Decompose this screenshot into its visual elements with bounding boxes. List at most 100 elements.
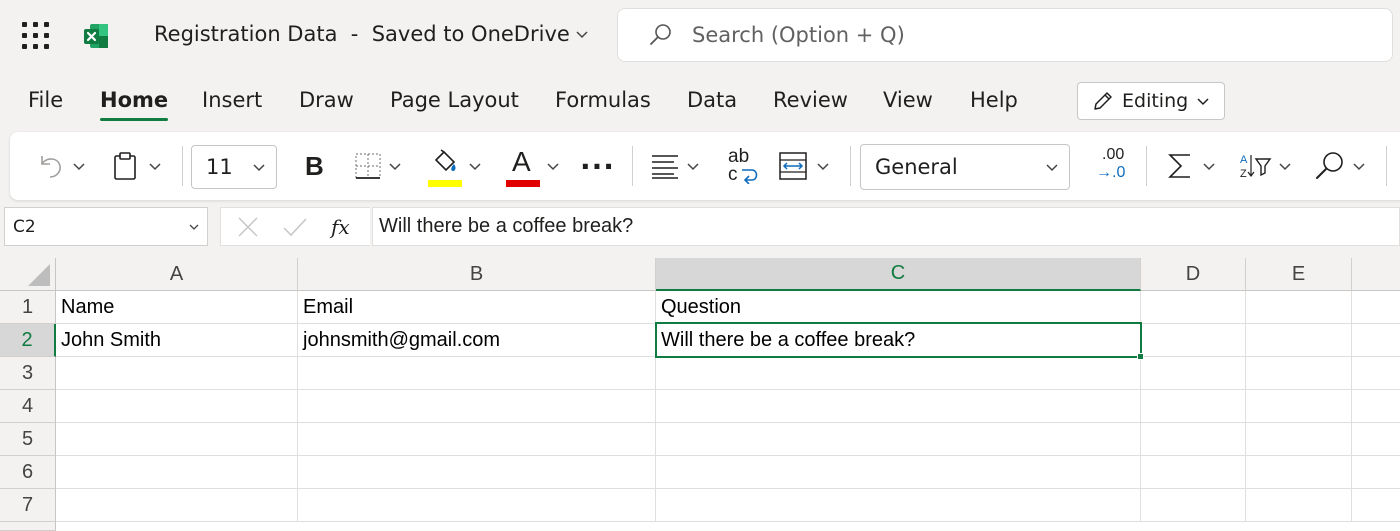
- ribbon-separator: [182, 146, 183, 186]
- cell-c4[interactable]: [656, 390, 1141, 423]
- cell-b3[interactable]: [298, 357, 656, 390]
- column-header-c[interactable]: C: [656, 258, 1141, 291]
- document-title[interactable]: Registration Data - Saved to OneDrive: [154, 22, 588, 46]
- autosum-button[interactable]: [1166, 132, 1216, 200]
- fill-handle[interactable]: [1137, 353, 1144, 360]
- cell-e1[interactable]: [1246, 291, 1352, 324]
- formula-input[interactable]: Will there be a coffee break?: [372, 207, 1400, 246]
- merge-center-button[interactable]: [778, 132, 830, 200]
- cell-e3[interactable]: [1246, 357, 1352, 390]
- cell-e4[interactable]: [1246, 390, 1352, 423]
- find-button[interactable]: [1314, 132, 1366, 200]
- cell-f1[interactable]: [1352, 291, 1400, 324]
- chevron-down-icon: [73, 163, 85, 171]
- cell-a4[interactable]: [56, 390, 298, 423]
- tab-formulas[interactable]: Formulas: [555, 88, 651, 112]
- cell-a5[interactable]: [56, 423, 298, 456]
- cell-c2[interactable]: Will there be a coffee break?: [656, 324, 1141, 357]
- cell-d2[interactable]: [1141, 324, 1246, 357]
- tab-help[interactable]: Help: [970, 88, 1018, 112]
- cell-d3[interactable]: [1141, 357, 1246, 390]
- cell-e5[interactable]: [1246, 423, 1352, 456]
- fill-color-button[interactable]: [428, 132, 482, 200]
- font-color-button[interactable]: A: [506, 132, 560, 200]
- bold-button[interactable]: B: [305, 132, 324, 200]
- spreadsheet-grid: A B C D E 1 2 3 4 5 6 7 Name Email Quest…: [0, 258, 1400, 531]
- borders-button[interactable]: [354, 132, 402, 200]
- font-size-select[interactable]: 11: [191, 145, 277, 189]
- name-box[interactable]: C2: [4, 207, 208, 246]
- cell-e6[interactable]: [1246, 456, 1352, 489]
- cancel-icon[interactable]: [235, 214, 261, 240]
- sort-filter-button[interactable]: AZ: [1238, 132, 1292, 200]
- ribbon-separator: [1146, 146, 1147, 186]
- tab-data[interactable]: Data: [687, 88, 737, 112]
- row-header-3[interactable]: 3: [0, 357, 56, 390]
- cell-f3[interactable]: [1352, 357, 1400, 390]
- cell-c3[interactable]: [656, 357, 1141, 390]
- cell-e7[interactable]: [1246, 489, 1352, 522]
- cell-b7[interactable]: [298, 489, 656, 522]
- paste-button[interactable]: [110, 132, 162, 200]
- row-header-1[interactable]: 1: [0, 291, 56, 324]
- excel-logo-icon[interactable]: [82, 22, 110, 50]
- column-header-e[interactable]: E: [1246, 258, 1352, 291]
- cell-c5[interactable]: [656, 423, 1141, 456]
- cell-e2[interactable]: [1246, 324, 1352, 357]
- cell-f4[interactable]: [1352, 390, 1400, 423]
- cell-b4[interactable]: [298, 390, 656, 423]
- cell-a2[interactable]: John Smith: [56, 324, 298, 357]
- cell-b6[interactable]: [298, 456, 656, 489]
- more-icon: ···: [580, 149, 615, 183]
- row-header-2[interactable]: 2: [0, 324, 56, 357]
- cell-d5[interactable]: [1141, 423, 1246, 456]
- cell-b2[interactable]: johnsmith@gmail.com: [298, 324, 656, 357]
- row-header-8[interactable]: [0, 522, 56, 531]
- column-header-a[interactable]: A: [56, 258, 298, 291]
- cell-c6[interactable]: [656, 456, 1141, 489]
- tab-view[interactable]: View: [883, 88, 933, 112]
- tab-draw[interactable]: Draw: [299, 88, 354, 112]
- cell-d7[interactable]: [1141, 489, 1246, 522]
- cell-b5[interactable]: [298, 423, 656, 456]
- number-format-select[interactable]: General: [860, 144, 1070, 190]
- cell-f6[interactable]: [1352, 456, 1400, 489]
- cell-d4[interactable]: [1141, 390, 1246, 423]
- cell-a1[interactable]: Name: [56, 291, 298, 324]
- cell-c7[interactable]: [656, 489, 1141, 522]
- select-all-corner[interactable]: [0, 258, 56, 291]
- column-header-d[interactable]: D: [1141, 258, 1246, 291]
- confirm-icon[interactable]: [281, 214, 309, 240]
- tab-review[interactable]: Review: [773, 88, 848, 112]
- insert-function-icon[interactable]: fx: [331, 215, 350, 239]
- tab-page-layout[interactable]: Page Layout: [390, 88, 519, 112]
- column-header-b[interactable]: B: [298, 258, 656, 291]
- cell-f7[interactable]: [1352, 489, 1400, 522]
- cell-c1[interactable]: Question: [656, 291, 1141, 324]
- cell-a7[interactable]: [56, 489, 298, 522]
- cell-b1[interactable]: Email: [298, 291, 656, 324]
- app-launcher-icon[interactable]: [22, 22, 50, 50]
- search-box[interactable]: Search (Option + Q): [617, 8, 1393, 62]
- cell-a3[interactable]: [56, 357, 298, 390]
- tab-file[interactable]: File: [28, 88, 63, 112]
- align-button[interactable]: [650, 132, 700, 200]
- cell-d6[interactable]: [1141, 456, 1246, 489]
- more-options-button[interactable]: ···: [580, 132, 615, 200]
- cell-f5[interactable]: [1352, 423, 1400, 456]
- cell-a6[interactable]: [56, 456, 298, 489]
- row-header-7[interactable]: 7: [0, 489, 56, 522]
- decimal-button[interactable]: .00 →.0: [1096, 132, 1136, 200]
- cell-f2[interactable]: [1352, 324, 1400, 357]
- cell-d1[interactable]: [1141, 291, 1246, 324]
- row-header-6[interactable]: 6: [0, 456, 56, 489]
- row-header-4[interactable]: 4: [0, 390, 56, 423]
- tab-home[interactable]: Home: [100, 88, 169, 121]
- row-header-5[interactable]: 5: [0, 423, 56, 456]
- tab-insert[interactable]: Insert: [202, 88, 262, 112]
- column-header-f[interactable]: [1352, 258, 1400, 291]
- paste-icon: [114, 152, 136, 180]
- undo-button[interactable]: [34, 132, 86, 200]
- wrap-text-button[interactable]: ab c: [726, 132, 760, 200]
- editing-mode-button[interactable]: Editing: [1077, 82, 1225, 120]
